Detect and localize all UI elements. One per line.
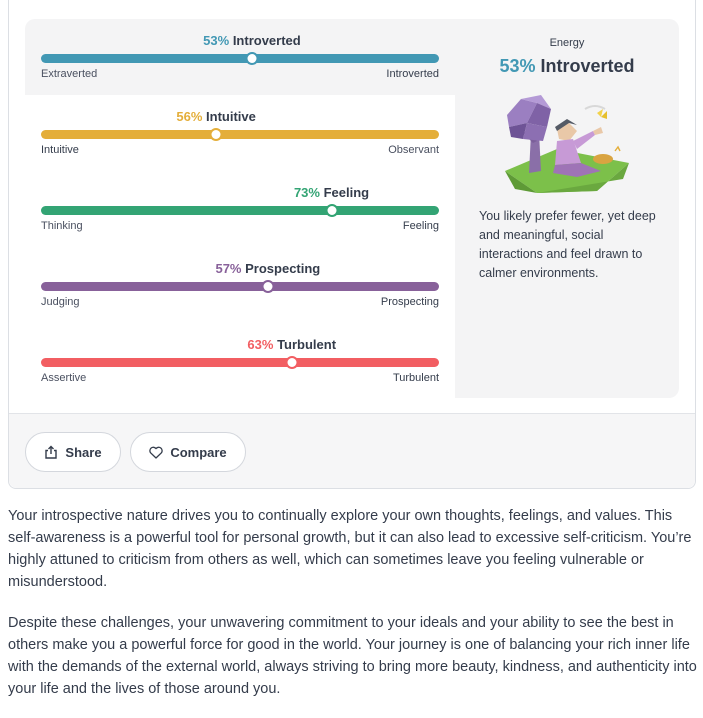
trait-result: 56% Intuitive — [176, 109, 256, 124]
trait-scale-tactics[interactable]: 57% Prospecting Judging Prospecting — [41, 261, 439, 321]
description-paragraph: Your introspective nature drives you to … — [8, 508, 692, 590]
trait-left-label: Extraverted — [41, 68, 98, 80]
trait-right-label: Turbulent — [392, 372, 439, 384]
compare-button[interactable]: Compare — [130, 432, 246, 472]
trait-scale-mind[interactable]: 56% Intuitive Intuitive Observant — [41, 109, 439, 169]
sidebar-percent: 53% — [499, 56, 536, 76]
trait-scale-identity[interactable]: 63% Turbulent Assertive Turbulent — [41, 337, 439, 397]
trait-knob — [209, 128, 223, 141]
trait-left-label: Judging — [41, 296, 80, 308]
sidebar-result: 53% Introverted — [455, 56, 679, 77]
trait-left-label: Thinking — [41, 220, 83, 232]
trait-right-label: Introverted — [386, 68, 439, 80]
compare-label: Compare — [170, 444, 227, 460]
sidebar-trait-name: Introverted — [540, 56, 635, 76]
trait-right-label: Prospecting — [380, 296, 439, 308]
trait-result: 63% Turbulent — [247, 337, 337, 352]
heart-icon — [149, 446, 164, 459]
trait-scale-nature[interactable]: 73% Feeling Thinking Feeling — [41, 185, 439, 245]
trait-bar — [41, 358, 439, 367]
trait-bar — [41, 206, 439, 215]
trait-result: 57% Prospecting — [215, 261, 321, 276]
sidebar-description: You likely prefer fewer, yet deep and me… — [479, 209, 656, 280]
trait-result: 73% Feeling — [293, 185, 370, 200]
trait-bar — [41, 54, 439, 63]
trait-bar — [41, 282, 439, 291]
person-under-tree-illustration — [505, 95, 629, 193]
sidebar-title: Energy — [549, 37, 585, 49]
share-label: Share — [65, 444, 102, 460]
description-paragraph: Despite these challenges, your unwaverin… — [8, 615, 697, 697]
trait-bar — [41, 130, 439, 139]
trait-left-label: Assertive — [41, 372, 87, 384]
trait-left-label: Intuitive — [41, 144, 79, 156]
trait-knob — [285, 356, 299, 369]
trait-right-label: Feeling — [402, 220, 439, 232]
trait-right-label: Observant — [388, 144, 439, 156]
share-button[interactable]: Share — [25, 432, 121, 472]
trait-scale-energy[interactable]: 53% Introverted Extraverted Introverted — [41, 33, 439, 93]
trait-result: 53% Introverted — [203, 33, 301, 48]
trait-knob — [325, 204, 339, 217]
trait-knob — [261, 280, 275, 293]
share-icon — [45, 445, 58, 459]
trait-knob — [245, 52, 259, 65]
